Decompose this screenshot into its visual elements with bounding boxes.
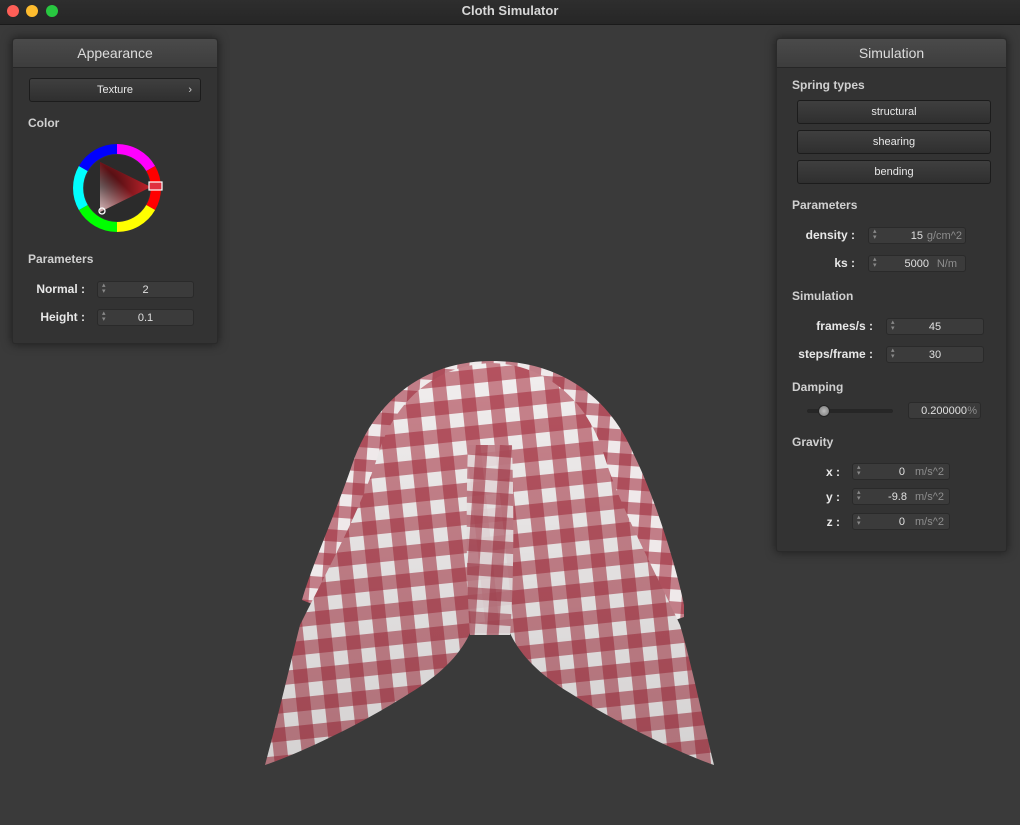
simulation-panel-title: Simulation xyxy=(777,39,1006,68)
gravity-x-label: x : xyxy=(825,465,840,479)
updown-arrows-icon[interactable]: ▴ ▾ xyxy=(857,514,863,527)
damping-field[interactable]: 0.200000 % xyxy=(908,402,981,419)
ks-field[interactable]: ▴ ▾ 5000 N/m xyxy=(868,255,966,272)
normal-value: 2 xyxy=(142,284,149,296)
gravity-y-label: y : xyxy=(825,490,840,504)
color-wheel[interactable] xyxy=(69,140,165,236)
damping-slider-handle[interactable] xyxy=(817,405,830,417)
gravity-y-unit: m/s^2 xyxy=(915,491,944,503)
bending-spring-button[interactable]: bending xyxy=(797,160,991,184)
gravity-z-label: z : xyxy=(826,515,840,529)
gravity-z-value: 0 xyxy=(898,516,905,528)
chevron-right-icon: › xyxy=(188,84,192,96)
ks-label: ks : xyxy=(834,256,855,270)
updown-arrows-icon[interactable]: ▴ ▾ xyxy=(873,256,879,269)
title-bar: Cloth Simulator xyxy=(0,0,1020,25)
appearance-panel: Appearance Texture › Color Parameters No… xyxy=(12,38,218,344)
updown-arrows-icon[interactable]: ▴ ▾ xyxy=(857,464,863,477)
spring-types-label: Spring types xyxy=(792,78,865,92)
appearance-parameters-label: Parameters xyxy=(28,252,94,266)
gravity-y-field[interactable]: ▴ ▾ -9.8 m/s^2 xyxy=(852,488,950,505)
texture-button[interactable]: Texture › xyxy=(29,78,201,102)
simulation-section-label: Simulation xyxy=(792,289,854,303)
steps-per-frame-label: steps/frame : xyxy=(798,347,873,361)
height-value: 0.1 xyxy=(137,312,154,324)
updown-arrows-icon[interactable]: ▴ ▾ xyxy=(873,228,879,241)
sim-parameters-label: Parameters xyxy=(792,198,858,212)
ks-value: 5000 xyxy=(904,258,929,270)
frames-per-second-value: 45 xyxy=(928,321,942,333)
density-label: density : xyxy=(805,228,855,242)
gravity-x-value: 0 xyxy=(898,466,905,478)
height-label: Height : xyxy=(40,310,85,324)
gravity-y-value: -9.8 xyxy=(888,491,907,503)
density-field[interactable]: ▴ ▾ 15 g/cm^2 xyxy=(868,227,966,244)
normal-field[interactable]: ▴ ▾ 2 xyxy=(97,281,194,298)
window-title: Cloth Simulator xyxy=(461,3,559,18)
steps-per-frame-field[interactable]: ▴ ▾ 30 xyxy=(886,346,984,363)
damping-unit: % xyxy=(967,405,977,417)
damping-label: Damping xyxy=(792,380,844,394)
gravity-x-field[interactable]: ▴ ▾ 0 m/s^2 xyxy=(852,463,950,480)
color-section-label: Color xyxy=(28,116,60,130)
density-value: 15 xyxy=(910,230,923,242)
gravity-z-unit: m/s^2 xyxy=(915,516,944,528)
hue-selector-marker[interactable] xyxy=(148,181,163,191)
updown-arrows-icon[interactable]: ▴ ▾ xyxy=(857,489,863,502)
steps-per-frame-value: 30 xyxy=(928,349,942,361)
density-unit: g/cm^2 xyxy=(926,230,962,242)
normal-label: Normal : xyxy=(36,282,85,296)
simulation-panel: Simulation Spring types structural shear… xyxy=(776,38,1007,552)
frames-per-second-label: frames/s : xyxy=(816,319,873,333)
structural-spring-button[interactable]: structural xyxy=(797,100,991,124)
gravity-z-field[interactable]: ▴ ▾ 0 m/s^2 xyxy=(852,513,950,530)
gravity-label: Gravity xyxy=(792,435,834,449)
frames-per-second-field[interactable]: ▴ ▾ 45 xyxy=(886,318,984,335)
ks-unit: N/m xyxy=(936,258,957,270)
height-field[interactable]: ▴ ▾ 0.1 xyxy=(97,309,194,326)
appearance-panel-title: Appearance xyxy=(13,39,217,68)
damping-value: 0.200000 xyxy=(921,405,967,417)
shearing-spring-button[interactable]: shearing xyxy=(797,130,991,154)
gravity-x-unit: m/s^2 xyxy=(915,466,944,478)
texture-button-label: Texture xyxy=(96,84,134,96)
